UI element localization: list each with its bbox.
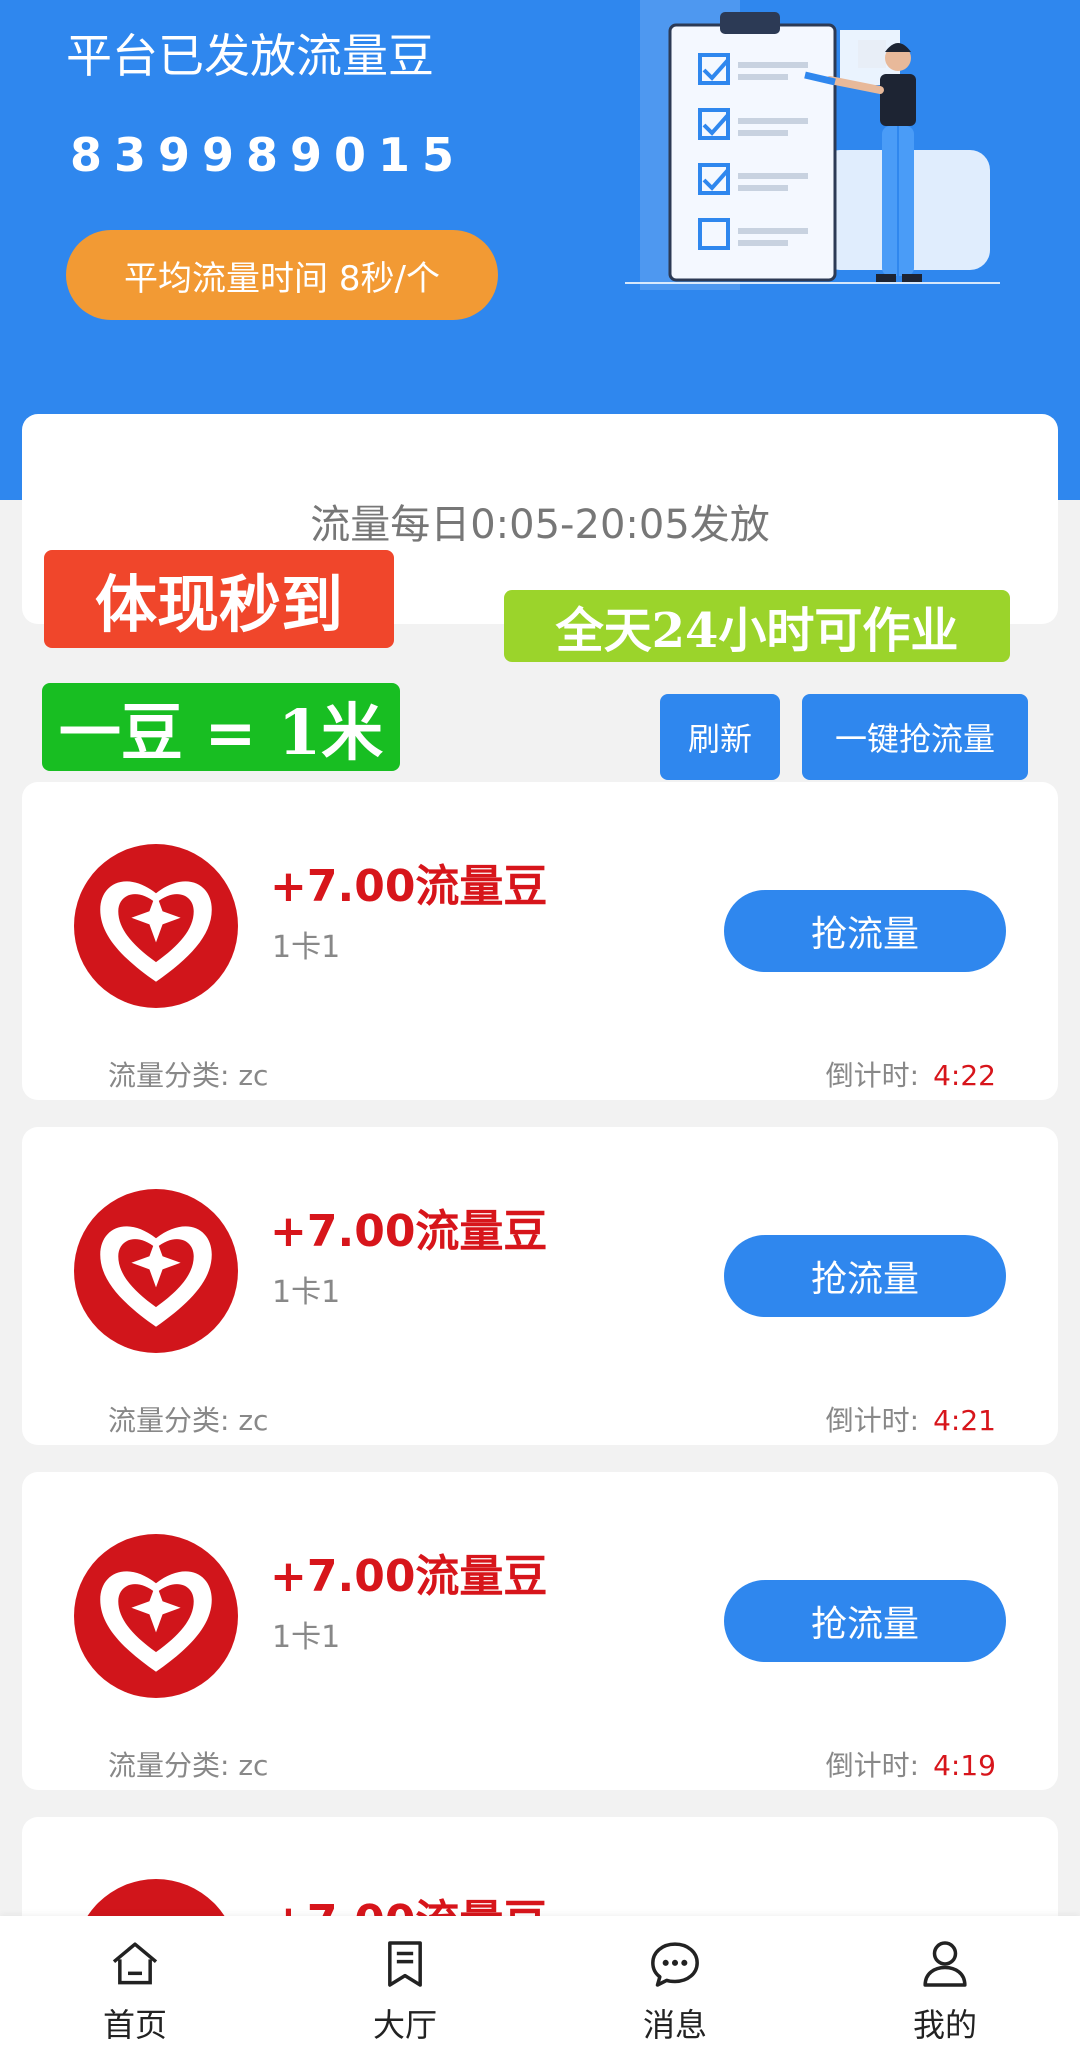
traffic-card: +7.00流量豆 1卡1 抢流量 流量分类: zc 倒计时: 4:19 — [22, 1472, 1058, 1790]
grab-button[interactable]: 抢流量 — [724, 1235, 1006, 1317]
home-icon — [112, 1942, 158, 1985]
grab-button[interactable]: 抢流量 — [724, 890, 1006, 972]
tab-label: 大厅 — [372, 2006, 437, 2044]
category-info: 流量分类: zc — [108, 1059, 269, 1092]
grab-button[interactable]: 抢流量 — [724, 1580, 1006, 1662]
distribution-schedule: 流量每日0:05-20:05发放 — [310, 502, 770, 548]
refresh-button[interactable]: 刷新 — [660, 694, 780, 780]
tab-messages[interactable]: 消息 — [540, 1916, 810, 2051]
category-info: 流量分类: zc — [108, 1404, 269, 1437]
category-info: 流量分类: zc — [108, 1749, 269, 1782]
issued-count: 839989015 — [70, 128, 467, 182]
chat-icon — [651, 1942, 699, 1987]
promo-sticker-withdraw: 体现秒到 — [44, 550, 394, 648]
clipboard-illustration — [625, 0, 1000, 290]
average-time-button[interactable]: 平均流量时间 8秒/个 — [66, 230, 498, 320]
tab-hall[interactable]: 大厅 — [270, 1916, 540, 2051]
traffic-card: +7.00流量豆 1卡1 抢流量 流量分类: zc 倒计时: 4:22 — [22, 782, 1058, 1100]
card-ratio: 1卡1 — [272, 930, 341, 965]
tab-label: 我的 — [912, 2006, 977, 2044]
user-icon — [923, 1941, 967, 1987]
card-ratio: 1卡1 — [272, 1275, 341, 1310]
reward-amount: +7.00流量豆 — [270, 1551, 548, 1602]
promo-sticker-allday: 全天24小时可作业 — [504, 590, 1010, 662]
grab-all-button[interactable]: 一键抢流量 — [802, 694, 1028, 780]
tab-mine[interactable]: 我的 — [810, 1916, 1080, 2051]
bottom-tab-bar: 首页 大厅 消息 我的 — [0, 1916, 1080, 2051]
traffic-card: +7.00流量豆 1卡1 抢流量 流量分类: zc 倒计时: 4:21 — [22, 1127, 1058, 1445]
countdown: 倒计时: 4:21 — [825, 1404, 996, 1437]
bank-logo-icon — [74, 1534, 238, 1698]
tab-label: 首页 — [102, 2006, 167, 2044]
bank-logo-icon — [74, 1189, 238, 1353]
bank-logo-icon — [74, 844, 238, 1008]
countdown: 倒计时: 4:22 — [825, 1059, 996, 1092]
tab-label: 消息 — [642, 2006, 707, 2044]
tab-home[interactable]: 首页 — [0, 1916, 270, 2051]
reward-amount: +7.00流量豆 — [270, 861, 548, 912]
reward-amount: +7.00流量豆 — [270, 1206, 548, 1257]
bookmark-icon — [388, 1941, 422, 1987]
countdown: 倒计时: 4:19 — [825, 1749, 996, 1782]
card-ratio: 1卡1 — [272, 1620, 341, 1655]
promo-sticker-rate: 一豆 = 1米 — [42, 683, 400, 771]
hero-title: 平台已发放流量豆 — [66, 29, 434, 83]
